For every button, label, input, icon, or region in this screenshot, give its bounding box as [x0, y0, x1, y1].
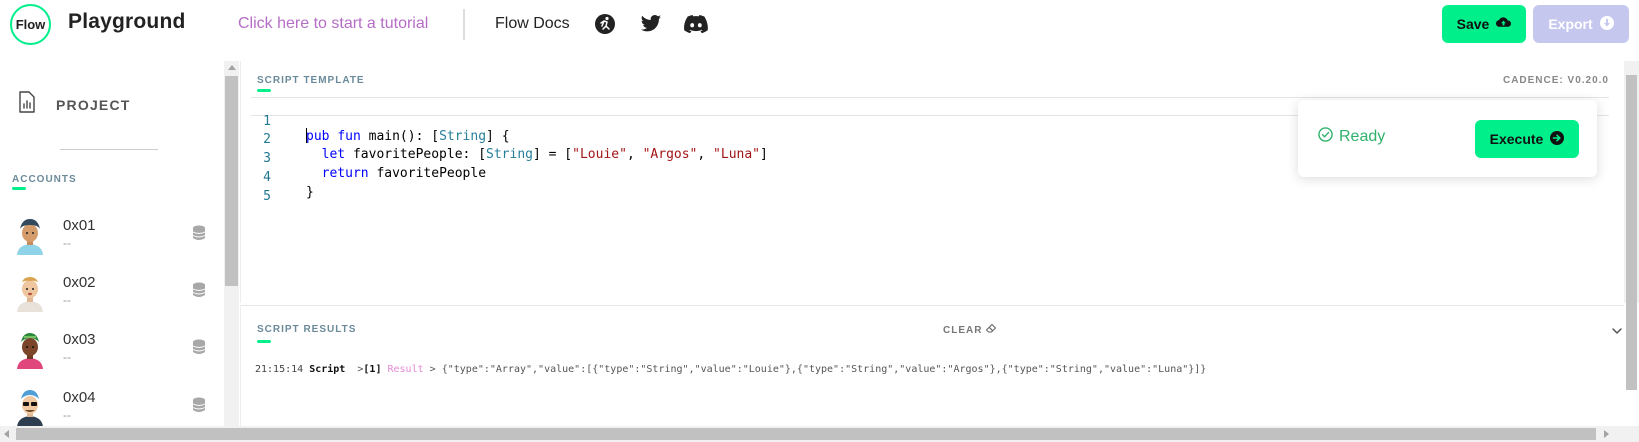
app-header: Flow Playground Click here to start a tu…	[0, 0, 1639, 50]
sidebar: PROJECT ACCOUNTS 0x01 -- 0x02 -- 0x03 --…	[0, 61, 224, 426]
ready-status: Ready	[1318, 127, 1385, 147]
account-item[interactable]: 0x01 --	[14, 215, 210, 265]
horizontal-scrollbar[interactable]	[0, 426, 1639, 442]
script-template-underline	[257, 89, 271, 92]
export-label: Export	[1548, 16, 1593, 32]
clear-button[interactable]: CLEAR	[943, 323, 997, 336]
database-icon[interactable]	[192, 397, 206, 413]
avatar	[14, 387, 46, 426]
save-button[interactable]: Save	[1442, 5, 1526, 43]
database-icon[interactable]	[192, 282, 206, 298]
sidebar-scrollbar[interactable]	[224, 61, 239, 426]
tutorial-link[interactable]: Click here to start a tutorial	[238, 15, 428, 33]
app-title: Playground	[68, 10, 186, 33]
account-address: 0x03	[63, 331, 96, 348]
database-icon[interactable]	[192, 339, 206, 355]
flow-logo[interactable]: Flow	[10, 4, 51, 45]
avatar	[14, 215, 46, 255]
log-tag: Result	[387, 364, 424, 375]
database-icon[interactable]	[192, 225, 206, 241]
account-subtitle: --	[63, 293, 71, 307]
flow-docs-link[interactable]: Flow Docs	[495, 15, 570, 33]
avatar	[14, 272, 46, 312]
export-button[interactable]: Export	[1533, 5, 1629, 43]
result-log-line: 21:15:14 Script >[1] Result > {"type":"A…	[255, 364, 1206, 375]
script-results-underline	[257, 340, 271, 343]
log-arrow: >	[429, 364, 436, 375]
header-divider	[463, 9, 465, 40]
chevron-down-icon[interactable]	[1610, 324, 1624, 338]
ready-label: Ready	[1339, 128, 1386, 145]
account-subtitle: --	[63, 408, 71, 422]
account-address: 0x01	[63, 217, 96, 234]
chart-file-icon	[18, 91, 36, 118]
logo-text: Flow	[15, 17, 46, 32]
project-item[interactable]: PROJECT	[18, 91, 131, 118]
account-subtitle: --	[63, 350, 71, 364]
horizontal-scroll-thumb[interactable]	[16, 428, 1596, 440]
line-number: 5	[263, 189, 271, 204]
account-item[interactable]: 0x02 --	[14, 272, 210, 322]
account-address: 0x02	[63, 274, 96, 291]
sidebar-divider	[60, 149, 158, 150]
editor-scroll-thumb[interactable]	[1626, 75, 1637, 390]
script-editor-panel: SCRIPT TEMPLATE CADENCE: V0.20.0 1 pub f…	[240, 61, 1639, 390]
arrow-right-circle-icon	[1550, 130, 1565, 148]
check-circle-icon	[1318, 127, 1333, 147]
script-results-panel: SCRIPT RESULTS CLEAR 21:15:14 Script > [1…	[240, 305, 1624, 426]
execute-button[interactable]: Execute	[1475, 120, 1579, 158]
execute-label: Execute	[1489, 131, 1544, 147]
cloud-upload-icon	[1496, 16, 1512, 32]
script-template-title: SCRIPT TEMPLATE	[257, 75, 365, 86]
runner-icon[interactable]	[594, 13, 616, 35]
scroll-up-arrow-icon[interactable]	[228, 65, 236, 70]
download-icon	[1599, 15, 1614, 33]
accounts-underline	[12, 187, 26, 190]
execution-status-card: Ready Execute	[1298, 100, 1597, 177]
account-subtitle: --	[63, 236, 71, 250]
log-time: 21:15:14	[255, 364, 304, 375]
clear-label: CLEAR	[943, 324, 983, 336]
discord-icon[interactable]	[684, 13, 708, 35]
scroll-right-arrow-icon[interactable]	[1604, 430, 1609, 438]
sidebar-scroll-thumb[interactable]	[225, 76, 238, 286]
log-type: Script	[309, 364, 346, 375]
account-item[interactable]: 0x03 --	[14, 329, 210, 379]
log-index: [1]	[363, 364, 382, 375]
log-value: {"type":"Array","value":[{"type":"String…	[441, 364, 1207, 375]
accounts-heading: ACCOUNTS	[12, 174, 77, 185]
project-label: PROJECT	[56, 96, 131, 113]
account-item[interactable]: 0x04 --	[14, 387, 210, 426]
cadence-version: CADENCE: V0.20.0	[1502, 75, 1609, 86]
eraser-icon	[986, 323, 997, 336]
twitter-icon[interactable]	[640, 13, 662, 35]
avatar	[14, 329, 46, 369]
editor-scrollbar[interactable]	[1624, 61, 1639, 390]
script-results-title: SCRIPT RESULTS	[257, 324, 357, 335]
save-label: Save	[1456, 16, 1490, 32]
scroll-left-arrow-icon[interactable]	[4, 430, 9, 438]
account-address: 0x04	[63, 389, 96, 406]
